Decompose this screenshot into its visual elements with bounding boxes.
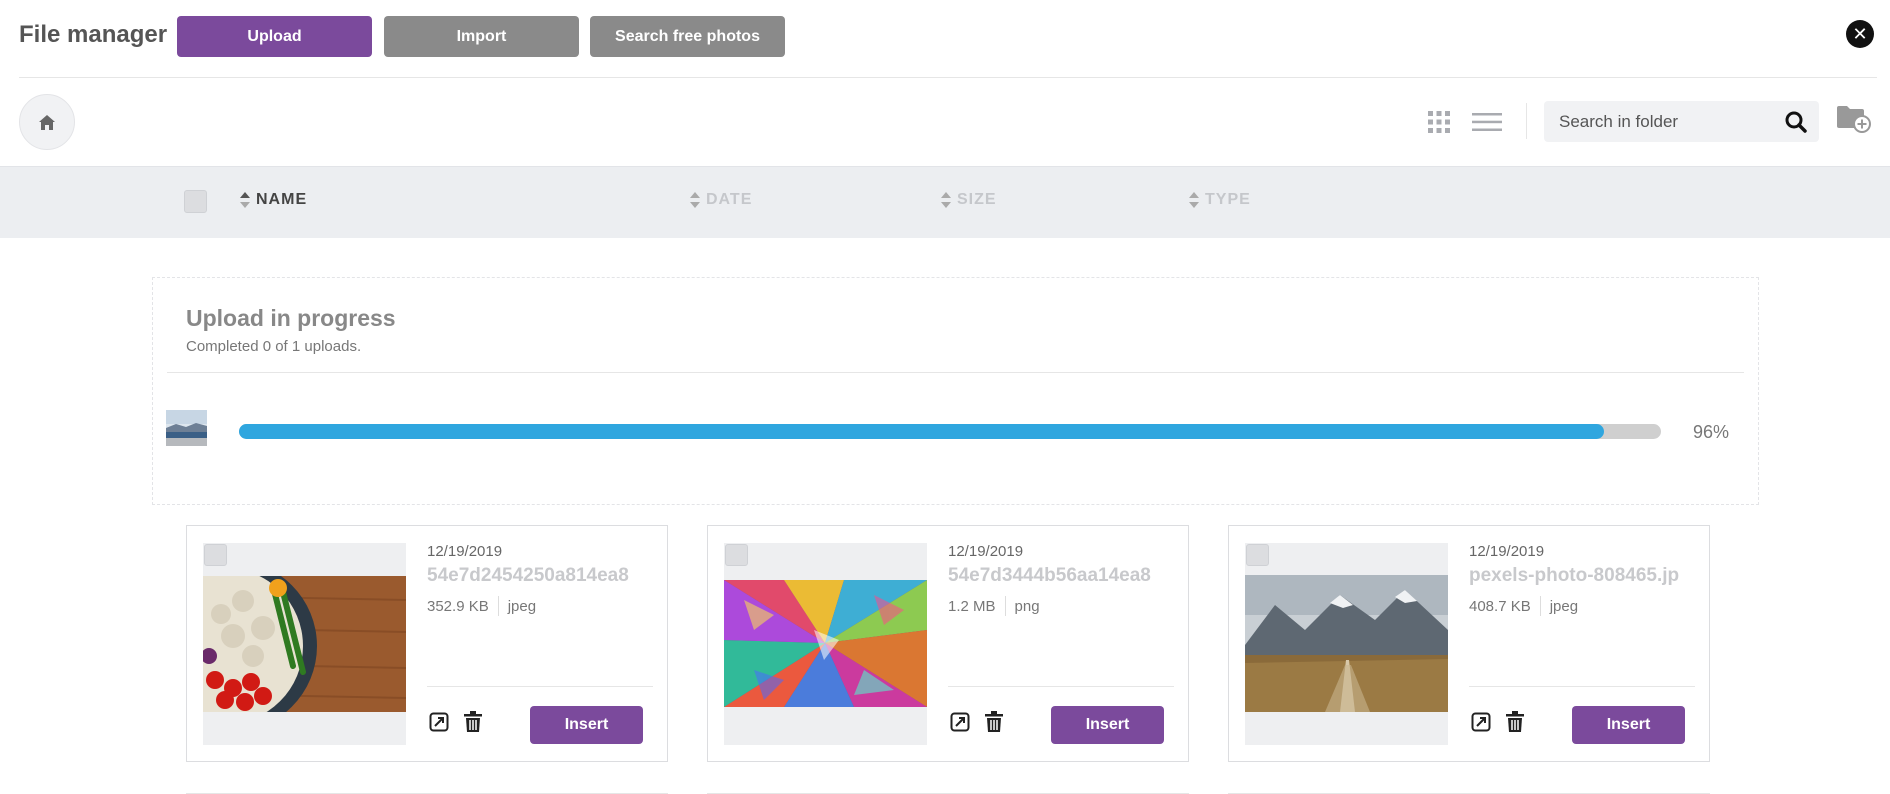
file-type: jpeg: [507, 597, 537, 615]
file-size: 408.7 KB: [1469, 597, 1531, 615]
column-size-label: SIZE: [957, 191, 997, 208]
upload-button[interactable]: Upload: [177, 16, 372, 57]
upload-progress-panel: Upload in progress Completed 0 of 1 uplo…: [152, 277, 1759, 505]
file-select-checkbox[interactable]: [1246, 544, 1269, 566]
column-date[interactable]: DATE: [690, 190, 752, 210]
upload-divider: [167, 372, 1744, 373]
sort-icon: [690, 192, 700, 208]
header-divider: [19, 77, 1877, 78]
list-view-icon[interactable]: [1472, 112, 1502, 132]
open-external-icon[interactable]: [950, 712, 970, 732]
file-date: 12/19/2019: [1469, 543, 1545, 560]
file-thumbnail: [1245, 543, 1448, 745]
upload-progress-fill: [239, 424, 1605, 439]
card-divider: [1469, 686, 1695, 687]
new-folder-icon[interactable]: [1836, 104, 1872, 134]
upload-thumbnail: [166, 410, 207, 446]
column-size[interactable]: SIZE: [941, 190, 997, 210]
file-card[interactable]: 12/19/2019 54e7d2454250a814ea8 352.9 KB …: [186, 525, 668, 762]
upload-percent: 96%: [1693, 422, 1730, 442]
search-icon[interactable]: [1785, 111, 1807, 133]
home-icon: [39, 114, 55, 130]
grid-view-icon[interactable]: [1427, 110, 1451, 134]
column-type-label: TYPE: [1205, 191, 1251, 208]
file-name: 54e7d3444b56aa14ea8: [948, 565, 1151, 586]
top-bar: File manager Upload Import Search free p…: [0, 0, 1890, 77]
card-divider: [427, 686, 653, 687]
column-date-label: DATE: [706, 191, 753, 208]
meta-separator: [1004, 596, 1006, 616]
file-select-checkbox[interactable]: [725, 544, 748, 566]
close-icon[interactable]: ✕: [1846, 20, 1874, 48]
file-thumbnail: [724, 543, 927, 745]
trash-icon[interactable]: [464, 711, 482, 733]
file-size: 352.9 KB: [427, 597, 489, 615]
insert-button[interactable]: Insert: [530, 706, 643, 744]
file-type: png: [1014, 597, 1040, 615]
card-divider: [948, 686, 1174, 687]
upload-subtitle: Completed 0 of 1 uploads.: [186, 338, 362, 355]
meta-separator: [497, 596, 499, 616]
import-button[interactable]: Import: [384, 16, 579, 57]
file-meta: 408.7 KB jpeg: [1469, 596, 1578, 616]
file-date: 12/19/2019: [948, 543, 1024, 560]
trash-icon[interactable]: [985, 711, 1003, 733]
column-name[interactable]: NAME: [240, 190, 307, 210]
home-button[interactable]: [19, 94, 75, 150]
select-all-checkbox[interactable]: [184, 190, 207, 213]
meta-separator: [1539, 596, 1541, 616]
file-thumbnail: [203, 543, 406, 745]
file-name: 54e7d2454250a814ea8: [427, 565, 629, 586]
file-name: pexels-photo-808465.jp: [1469, 565, 1680, 586]
file-size: 1.2 MB: [948, 597, 996, 615]
sort-icon: [240, 192, 250, 208]
open-external-icon[interactable]: [1471, 712, 1491, 732]
column-header-row: NAME DATE SIZE TYPE: [0, 166, 1890, 238]
open-external-icon[interactable]: [429, 712, 449, 732]
file-card[interactable]: 12/19/2019 pexels-photo-808465.jp 408.7 …: [1228, 525, 1710, 762]
upload-title: Upload in progress: [186, 305, 396, 331]
column-type[interactable]: TYPE: [1189, 190, 1251, 210]
search-box: [1544, 101, 1819, 142]
search-input[interactable]: [1559, 101, 1779, 142]
page-title: File manager: [19, 21, 168, 48]
column-name-label: NAME: [256, 191, 308, 208]
file-date: 12/19/2019: [427, 543, 503, 560]
insert-button[interactable]: Insert: [1572, 706, 1685, 744]
file-meta: 352.9 KB jpeg: [427, 596, 536, 616]
upload-progress-bar: [239, 424, 1661, 439]
trash-icon[interactable]: [1506, 711, 1524, 733]
sort-icon: [941, 192, 951, 208]
sort-icon: [1189, 192, 1199, 208]
file-meta: 1.2 MB png: [948, 596, 1040, 616]
insert-button[interactable]: Insert: [1051, 706, 1164, 744]
file-select-checkbox[interactable]: [204, 544, 227, 566]
file-card[interactable]: 12/19/2019 54e7d3444b56aa14ea8 1.2 MB pn…: [707, 525, 1189, 762]
search-free-photos-button[interactable]: Search free photos: [590, 16, 785, 57]
toolbar-separator: [1526, 103, 1527, 139]
file-type: jpeg: [1549, 597, 1579, 615]
